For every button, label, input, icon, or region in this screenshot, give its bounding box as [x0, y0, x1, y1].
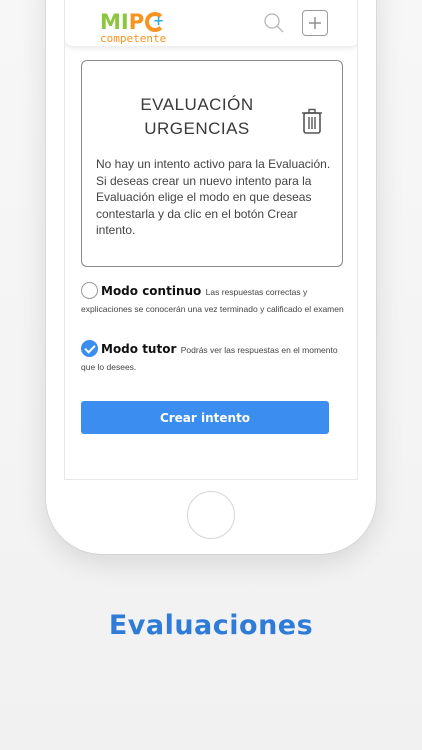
search-icon — [264, 13, 284, 33]
mode-option-continuo[interactable]: Modo continuo Las respuestas correctas y… — [81, 282, 345, 318]
caption: Evaluaciones — [108, 610, 314, 641]
search-button[interactable] — [262, 11, 286, 35]
radio-unchecked-icon[interactable] — [81, 282, 98, 299]
mode-name: Modo tutor — [101, 342, 177, 356]
logo-letter-p: P — [128, 10, 145, 34]
home-button[interactable] — [187, 491, 235, 539]
mipc-logo[interactable]: MIP + competente — [100, 10, 166, 44]
logo-letters-mi: MI — [100, 10, 129, 34]
trash-icon — [302, 108, 322, 134]
app-screen: MIP + competente EVALUACIÓN URGENCIAS No… — [64, 0, 358, 480]
mode-name: Modo continuo — [101, 284, 202, 298]
logo-subtitle: competente — [100, 32, 167, 45]
radio-checked-icon[interactable] — [81, 340, 98, 357]
logo-c-plus-icon: + — [145, 12, 166, 32]
delete-evaluation-button[interactable] — [301, 108, 323, 134]
plus-icon — [309, 17, 321, 29]
logo-wordmark: MIP + — [100, 10, 166, 34]
create-attempt-button[interactable]: Crear intento — [81, 401, 329, 434]
add-button[interactable] — [302, 10, 328, 36]
app-header: MIP + competente — [65, 0, 357, 46]
evaluation-card: EVALUACIÓN URGENCIAS No hay un intento a… — [81, 60, 343, 267]
evaluation-message: No hay un intento activo para la Evaluac… — [96, 157, 331, 237]
mode-option-tutor[interactable]: Modo tutor Podrás ver las respuestas en … — [81, 340, 345, 376]
evaluation-title: EVALUACIÓN URGENCIAS — [140, 95, 254, 138]
